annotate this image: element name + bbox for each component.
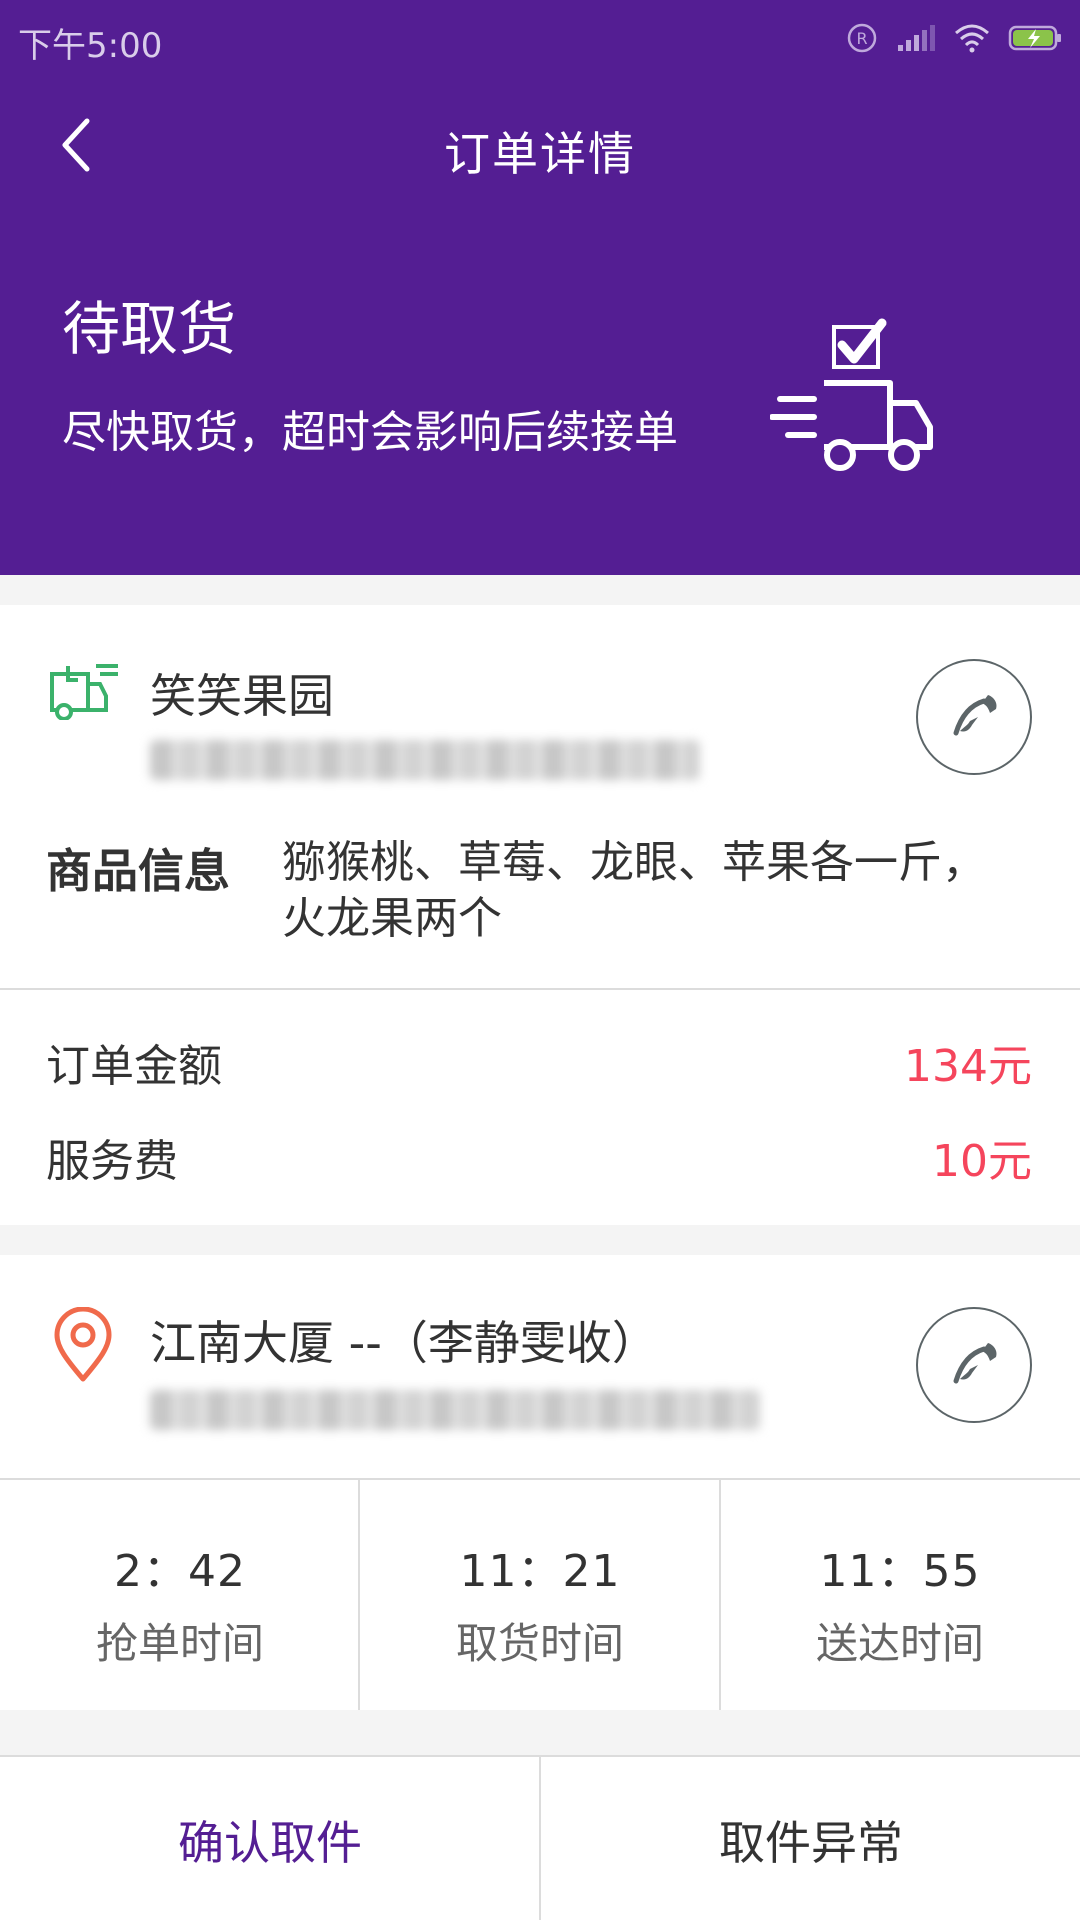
delivery-time-value: 11：55 bbox=[819, 1546, 981, 1597]
status-icons: R bbox=[846, 18, 1064, 58]
page-title: 订单详情 bbox=[444, 127, 636, 181]
goods-info-value: 猕猴桃、草莓、龙眼、苹果各一斤，火龙果两个 bbox=[282, 837, 986, 944]
nav-bar: 订单详情 bbox=[0, 90, 1080, 200]
status-bar: 下午5:00 R bbox=[0, 0, 1080, 75]
recipient-name: 江南大厦 --（李静雯收） bbox=[150, 1316, 658, 1370]
delivery-truck-icon bbox=[770, 318, 933, 471]
shop-address-blurred bbox=[150, 740, 700, 780]
delivery-time-label: 送达时间 bbox=[815, 1619, 984, 1668]
call-recipient-button[interactable] bbox=[916, 1307, 1032, 1423]
pickup-time-label: 取货时间 bbox=[455, 1619, 624, 1668]
status-time: 下午5:00 bbox=[18, 26, 163, 66]
signal-icon bbox=[898, 25, 935, 51]
order-status-heading: 待取货 bbox=[62, 295, 237, 363]
service-fee-label: 服务费 bbox=[46, 1136, 178, 1187]
delivery-time-cell: 11：55 送达时间 bbox=[720, 1480, 1080, 1710]
pickup-exception-button[interactable]: 取件异常 bbox=[541, 1757, 1080, 1920]
pickup-time-value: 11：21 bbox=[459, 1546, 621, 1597]
battery-charging-icon bbox=[1008, 25, 1061, 51]
order-status-header: 下午5:00 R 订单详情 待取货 尽快取货，超时会影响后续接单 bbox=[0, 0, 1080, 575]
order-amount-label: 订单金额 bbox=[46, 1041, 222, 1092]
phone-icon bbox=[953, 1343, 997, 1384]
shop-card: 笑笑果园 商品信息 猕猴桃、草莓、龙眼、苹果各一斤，火龙果两个 订单金额 134… bbox=[0, 605, 1080, 1225]
order-status-description: 尽快取货，超时会影响后续接单 bbox=[62, 407, 678, 458]
service-fee-value: 10元 bbox=[932, 1136, 1032, 1187]
phone-icon bbox=[953, 695, 997, 736]
order-amount-value: 134元 bbox=[904, 1041, 1032, 1092]
registered-icon: R bbox=[847, 23, 877, 53]
bottom-action-bar: 确认取件 取件异常 bbox=[0, 1755, 1080, 1920]
shop-name: 笑笑果园 bbox=[150, 669, 334, 723]
grab-time-cell: 2：42 抢单时间 bbox=[0, 1480, 360, 1710]
grab-time-value: 2：42 bbox=[114, 1546, 246, 1597]
recipient-address-blurred bbox=[150, 1390, 760, 1430]
grab-time-label: 抢单时间 bbox=[95, 1619, 264, 1668]
pickup-time-cell: 11：21 取货时间 bbox=[360, 1480, 720, 1710]
shop-delivery-icon bbox=[50, 664, 118, 720]
svg-text:R: R bbox=[856, 29, 867, 48]
confirm-pickup-button[interactable]: 确认取件 bbox=[0, 1757, 540, 1920]
wifi-icon bbox=[955, 24, 989, 53]
recipient-card: 江南大厦 --（李静雯收） 2：42 抢单时间 11：21 取货时间 11：55… bbox=[0, 1255, 1080, 1710]
divider bbox=[0, 988, 1080, 990]
location-pin-icon bbox=[54, 1307, 112, 1382]
goods-info-label: 商品信息 bbox=[46, 844, 230, 898]
call-shop-button[interactable] bbox=[916, 659, 1032, 775]
